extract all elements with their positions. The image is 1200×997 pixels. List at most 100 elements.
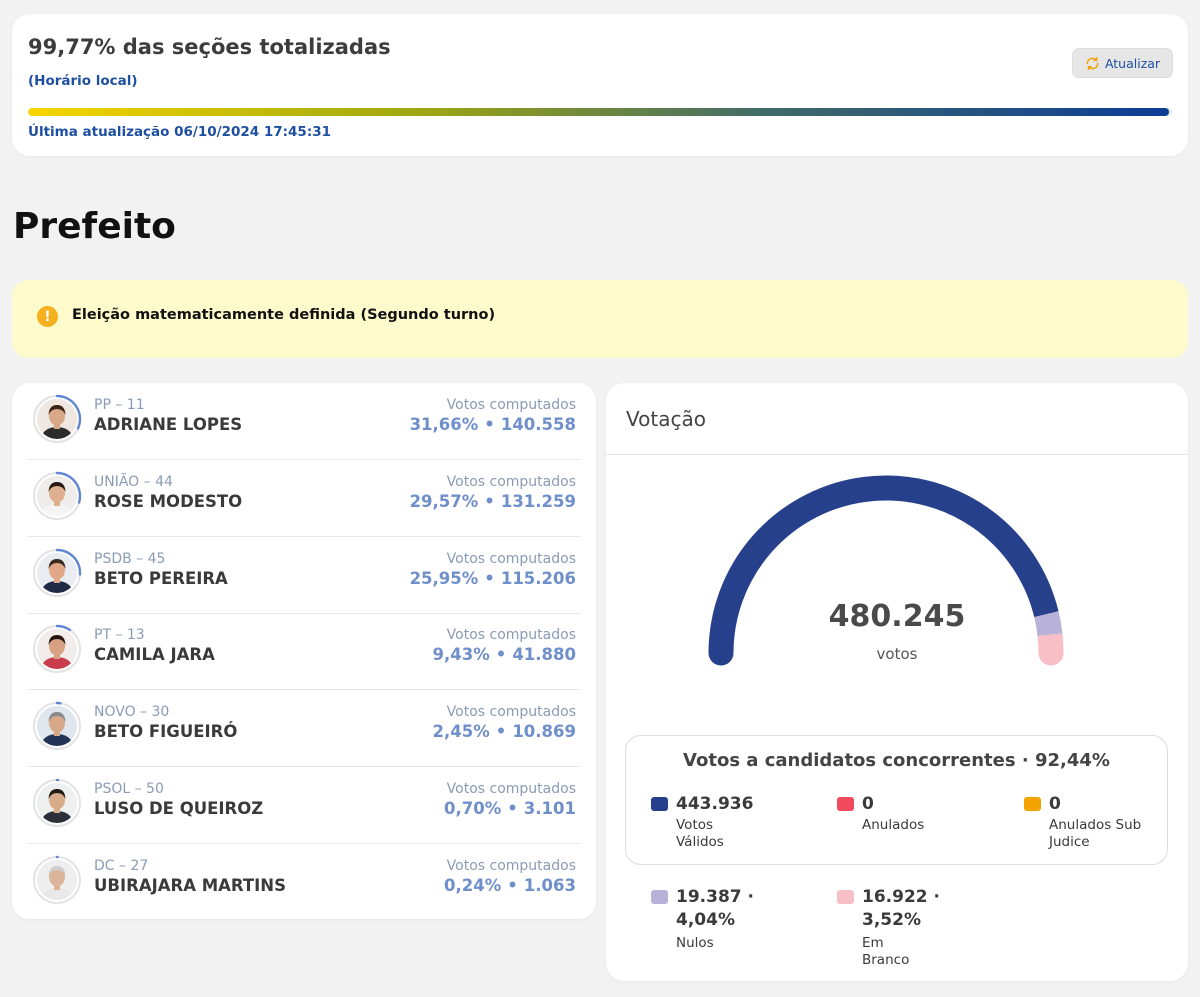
candidate-percent: 29,57% xyxy=(409,491,479,511)
candidate-votes: 0,24% • 1.063 xyxy=(444,876,576,895)
candidate-name: UBIRAJARA MARTINS xyxy=(94,875,286,895)
candidate-photo xyxy=(37,859,77,900)
candidate-photo xyxy=(37,475,77,516)
candidate-percent: 25,95% xyxy=(409,568,479,588)
candidate-name: BETO FIGUEIRÓ xyxy=(94,722,238,742)
candidate-avatar xyxy=(32,701,82,751)
candidate-vote-count: 115.206 xyxy=(500,568,576,588)
separator-dot: • xyxy=(484,415,495,434)
candidate-votes: 0,70% • 3.101 xyxy=(444,799,576,818)
candidate-row[interactable]: PSDB – 45 BETO PEREIRA Votos computados … xyxy=(28,537,580,614)
divider xyxy=(606,454,1188,455)
candidate-list: PP – 11 ADRIANE LOPES Votos computados 3… xyxy=(12,383,596,919)
separator-dot: • xyxy=(495,722,507,742)
candidate-votes: 9,43% • 41.880 xyxy=(433,645,576,664)
candidate-row[interactable]: PP – 11 ADRIANE LOPES Votos computados 3… xyxy=(28,383,580,460)
stat-value: 443.936 xyxy=(676,794,754,814)
candidate-avatar xyxy=(32,471,82,521)
votes-label: Votos computados xyxy=(446,550,576,567)
stat-label: Em Branco xyxy=(862,935,910,968)
legend-swatch xyxy=(1024,797,1041,811)
refresh-label: Atualizar xyxy=(1104,55,1161,71)
candidate-avatar xyxy=(32,855,82,905)
votes-label: Votos computados xyxy=(446,857,576,874)
total-votes-unit: votos xyxy=(876,645,918,663)
separator-dot: • xyxy=(484,491,495,511)
candidate-percent: 31,66% xyxy=(409,415,479,434)
candidate-avatar xyxy=(32,548,82,598)
candidate-party: PSOL – 50 xyxy=(94,781,164,797)
votes-label: Votos computados xyxy=(446,781,576,797)
candidate-vote-count: 3.101 xyxy=(523,799,576,818)
legend-swatch xyxy=(837,797,854,811)
legend-swatch xyxy=(651,890,668,904)
candidate-name: CAMILA JARA xyxy=(94,645,215,665)
candidate-avatar xyxy=(32,624,82,674)
legend-swatch xyxy=(651,797,668,811)
votes-label: Votos computados xyxy=(446,473,576,490)
candidate-row[interactable]: PSOL – 50 LUSO DE QUEIROZ Votos computad… xyxy=(28,767,580,844)
candidate-party: PT – 13 xyxy=(94,627,145,644)
candidate-percent: 2,45% xyxy=(432,722,490,742)
votes-label: Votos computados xyxy=(446,397,576,413)
votes-label: Votos computados xyxy=(446,704,576,721)
totalization-title: 99,77% das seções totalizadas xyxy=(28,35,391,59)
totalization-progress-bar xyxy=(28,108,1172,116)
candidate-avatar xyxy=(32,394,82,444)
candidate-party: NOVO – 30 xyxy=(94,704,170,721)
totalization-progress-fill xyxy=(28,108,1170,116)
info-icon: ! xyxy=(37,306,58,327)
candidate-votes: 29,57% • 131.259 xyxy=(410,492,576,511)
refresh-icon xyxy=(1086,56,1099,70)
candidate-avatar xyxy=(32,778,82,828)
candidate-row[interactable]: UNIÃO – 44 ROSE MODESTO Votos computados… xyxy=(28,460,580,537)
candidate-percent: 0,24% xyxy=(444,875,502,895)
candidate-vote-count: 1.063 xyxy=(523,875,576,895)
separator-dot: • xyxy=(507,799,518,818)
candidate-vote-count: 41.880 xyxy=(512,645,576,665)
candidate-percent: 9,43% xyxy=(432,645,490,665)
candidate-vote-count: 131.259 xyxy=(500,491,576,511)
stat-value: 19.387 · xyxy=(676,887,754,907)
refresh-button[interactable]: Atualizar xyxy=(1072,48,1173,78)
separator-dot: • xyxy=(484,568,495,588)
candidate-party: PP – 11 xyxy=(94,397,145,413)
votes-label: Votos computados xyxy=(446,627,576,644)
candidate-row[interactable]: PT – 13 CAMILA JARA Votos computados 9,4… xyxy=(28,613,580,691)
candidate-party: UNIÃO – 44 xyxy=(94,473,173,490)
stat-label: Votos Válidos xyxy=(676,817,724,850)
alert-text: Eleição matematicamente definida (Segund… xyxy=(72,307,496,323)
stat-label: Anulados xyxy=(862,817,925,833)
candidate-party: DC – 27 xyxy=(94,857,149,874)
candidate-row[interactable]: NOVO – 30 BETO FIGUEIRÓ Votos computados… xyxy=(28,690,580,768)
candidate-photo xyxy=(37,706,77,747)
stat-value: 16.922 · xyxy=(862,887,940,907)
candidate-percent: 0,70% xyxy=(444,799,502,818)
candidate-photo xyxy=(37,399,77,439)
candidate-votes: 2,45% • 10.869 xyxy=(433,722,576,741)
stat-value: 0 xyxy=(1049,794,1061,814)
votes-card: Votação 480.245 votos Votos a candidatos… xyxy=(606,383,1188,981)
separator-dot: • xyxy=(495,645,507,665)
candidate-row[interactable]: DC – 27 UBIRAJARA MARTINS Votos computad… xyxy=(28,844,580,921)
stat-label: Nulos xyxy=(676,935,714,951)
candidate-photo xyxy=(37,552,77,593)
last-update: Última atualização 06/10/2024 17:45:31 xyxy=(28,124,332,140)
valid-votes-box: Votos a candidatos concorrentes · 92,44%… xyxy=(625,735,1168,865)
totalization-card: 99,77% das seções totalizadas (Horário l… xyxy=(12,14,1188,156)
valid-votes-title: Votos a candidatos concorrentes · 92,44% xyxy=(683,750,1110,771)
candidate-name: ROSE MODESTO xyxy=(94,491,243,511)
candidate-votes: 31,66% • 140.558 xyxy=(410,415,576,434)
local-time-note: (Horário local) xyxy=(28,73,138,89)
candidate-vote-count: 10.869 xyxy=(512,722,576,742)
candidate-votes: 25,95% • 115.206 xyxy=(410,569,576,588)
candidate-photo xyxy=(37,783,77,823)
page-title: Prefeito xyxy=(13,206,176,247)
votes-card-title: Votação xyxy=(626,407,706,431)
candidate-name: LUSO DE QUEIROZ xyxy=(94,799,264,818)
legend-swatch xyxy=(837,890,854,904)
candidate-party: PSDB – 45 xyxy=(94,550,166,567)
candidate-name: ADRIANE LOPES xyxy=(94,415,243,434)
stat-value: 0 xyxy=(862,794,874,814)
separator-dot: • xyxy=(507,875,518,895)
